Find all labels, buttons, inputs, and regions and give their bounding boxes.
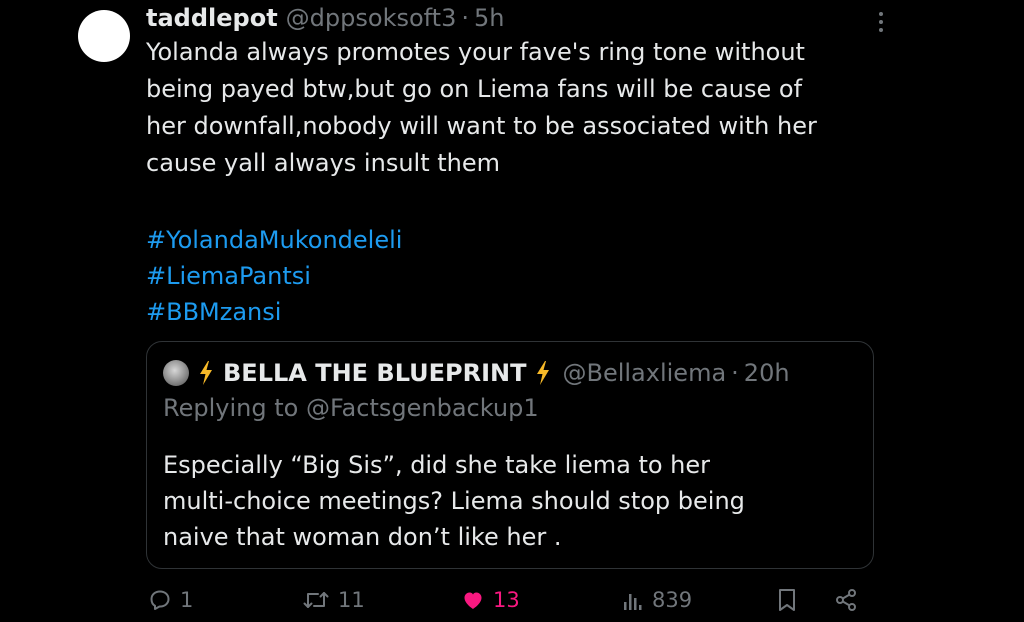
more-dot — [879, 28, 883, 32]
quote-text-line: naive that woman don’t like her . — [163, 523, 562, 551]
quote-text: Especially “Big Sis”, did she take liema… — [163, 447, 863, 555]
quoted-tweet-card[interactable]: BELLA THE BLUEPRINT @Bellaxliema · 20h R… — [146, 341, 874, 569]
tweet-text: Yolanda always promotes your fave's ring… — [146, 34, 886, 182]
replying-prefix: Replying to — [163, 394, 299, 422]
hashtag-list: #YolandaMukondeleli #LiemaPantsi #BBMzan… — [146, 222, 402, 330]
quote-text-line: multi-choice meetings? Liema should stop… — [163, 487, 745, 515]
heart-filled-icon — [464, 592, 482, 609]
quote-author-handle[interactable]: @Bellaxliema — [562, 359, 726, 387]
quote-text-line: Especially “Big Sis”, did she take liema… — [163, 451, 711, 479]
share-button[interactable] — [834, 584, 858, 616]
quote-separator: · — [731, 359, 739, 387]
views-count: 839 — [652, 588, 693, 612]
author-avatar[interactable] — [78, 10, 130, 62]
tweet-header: taddlepot @dppsoksoft3 · 5h — [146, 2, 504, 34]
views-button[interactable]: 839 — [622, 584, 692, 616]
author-handle[interactable]: @dppsoksoft3 — [286, 4, 457, 32]
tweet-text-line: cause yall always insult them — [146, 149, 500, 177]
repost-count: 11 — [338, 588, 365, 612]
quote-header: BELLA THE BLUEPRINT @Bellaxliema · 20h — [163, 356, 790, 390]
reply-count: 1 — [180, 588, 194, 612]
replying-to-line: Replying to @Factsgenbackup1 — [163, 394, 539, 422]
more-vertical-icon[interactable] — [872, 10, 890, 34]
header-separator: · — [461, 4, 469, 32]
repost-button[interactable]: 11 — [302, 584, 365, 616]
replying-to-mention[interactable]: @Factsgenbackup1 — [306, 394, 539, 422]
repost-icon — [303, 592, 329, 608]
lightning-emoji-icon — [537, 361, 550, 385]
tweet-text-line: being payed btw,but go on Liema fans wil… — [146, 75, 803, 103]
tweet-timestamp[interactable]: 5h — [474, 4, 504, 32]
author-name[interactable]: taddlepot — [146, 4, 278, 32]
like-count: 13 — [493, 588, 520, 612]
views-chart-icon — [624, 594, 642, 610]
bookmark-button[interactable] — [776, 584, 798, 616]
bookmark-icon — [779, 589, 795, 611]
more-dot — [879, 20, 883, 24]
share-icon — [836, 589, 856, 611]
hashtag-link[interactable]: #YolandaMukondeleli — [146, 222, 402, 258]
tweet-text-line: her downfall,nobody will want to be asso… — [146, 112, 817, 140]
quote-author-avatar[interactable] — [163, 360, 189, 386]
lightning-emoji-icon — [200, 361, 212, 385]
quote-author-name[interactable]: BELLA THE BLUEPRINT — [223, 359, 526, 387]
reply-button[interactable]: 1 — [148, 584, 193, 616]
reply-icon — [150, 590, 170, 610]
like-button[interactable]: 13 — [461, 584, 520, 616]
tweet-text-line: Yolanda always promotes your fave's ring… — [146, 38, 805, 66]
more-dot — [879, 12, 883, 16]
hashtag-link[interactable]: #LiemaPantsi — [146, 258, 402, 294]
quote-timestamp[interactable]: 20h — [744, 359, 790, 387]
hashtag-link[interactable]: #BBMzansi — [146, 294, 402, 330]
